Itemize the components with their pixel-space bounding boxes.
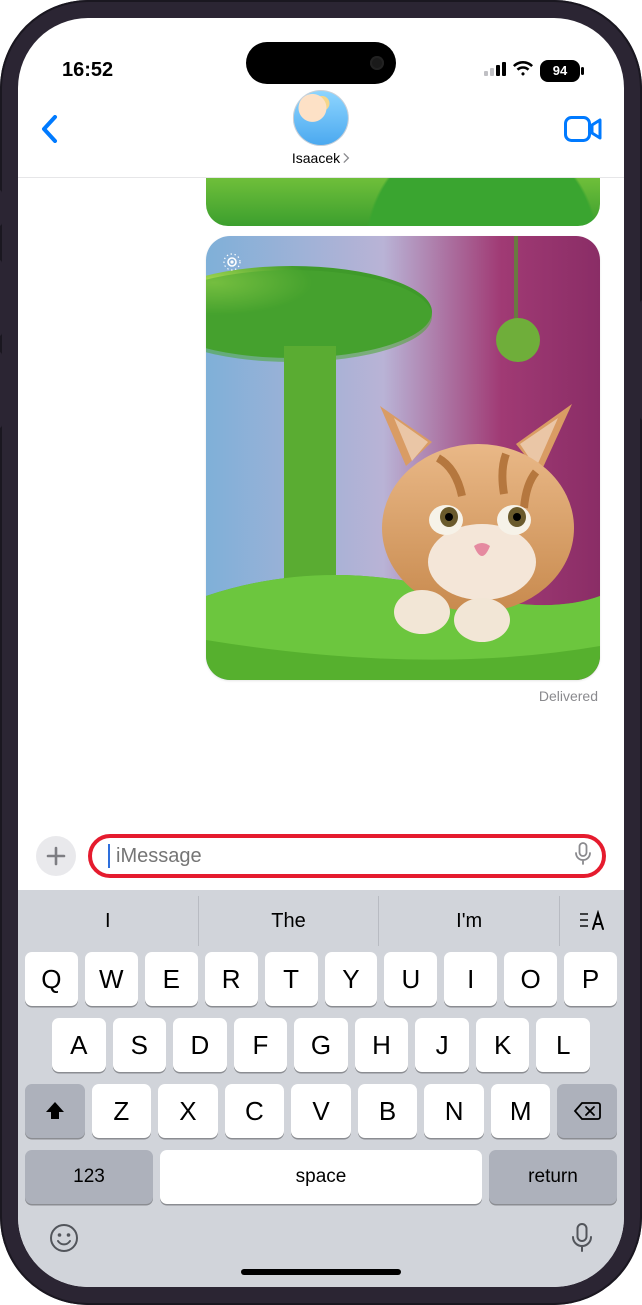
facetime-button[interactable]: [564, 116, 602, 147]
key-r[interactable]: R: [205, 952, 258, 1006]
suggestion-1[interactable]: I: [18, 896, 199, 946]
keyboard-row-3: Z X C V B N M: [18, 1078, 624, 1144]
key-h[interactable]: H: [355, 1018, 409, 1072]
key-p[interactable]: P: [564, 952, 617, 1006]
live-photo-icon: [220, 250, 244, 274]
key-k[interactable]: K: [476, 1018, 530, 1072]
key-z[interactable]: Z: [92, 1084, 152, 1138]
message-input-container[interactable]: [88, 834, 606, 878]
suggestion-2[interactable]: The: [199, 896, 380, 946]
key-m[interactable]: M: [491, 1084, 551, 1138]
text-format-button[interactable]: [560, 896, 624, 946]
cellular-icon: [484, 59, 506, 82]
dynamic-island: [246, 42, 396, 84]
iphone-frame: 16:52 94 Isaacek: [0, 0, 642, 1305]
backspace-key[interactable]: [557, 1084, 617, 1138]
keyboard-bottom-row: [18, 1214, 624, 1263]
key-g[interactable]: G: [294, 1018, 348, 1072]
key-w[interactable]: W: [85, 952, 138, 1006]
suggestion-3[interactable]: I'm: [379, 896, 560, 946]
chevron-right-icon: [342, 153, 350, 163]
key-i[interactable]: I: [444, 952, 497, 1006]
screen: 16:52 94 Isaacek: [18, 18, 624, 1287]
compose-bar: [18, 828, 624, 890]
key-f[interactable]: F: [234, 1018, 288, 1072]
delivered-status: Delivered: [539, 688, 598, 704]
key-u[interactable]: U: [384, 952, 437, 1006]
numbers-key[interactable]: 123: [25, 1150, 153, 1204]
key-o[interactable]: O: [504, 952, 557, 1006]
key-l[interactable]: L: [536, 1018, 590, 1072]
key-q[interactable]: Q: [25, 952, 78, 1006]
add-attachment-button[interactable]: [36, 836, 76, 876]
silence-switch: [0, 190, 2, 226]
keyboard-dictation-button[interactable]: [570, 1222, 594, 1259]
key-j[interactable]: J: [415, 1018, 469, 1072]
contact-header[interactable]: Isaacek: [292, 90, 350, 166]
key-v[interactable]: V: [291, 1084, 351, 1138]
keyboard-row-1: Q W E R T Y U I O P: [18, 946, 624, 1012]
contact-name: Isaacek: [292, 150, 340, 166]
key-s[interactable]: S: [113, 1018, 167, 1072]
shift-key[interactable]: [25, 1084, 85, 1138]
nav-header: Isaacek: [18, 86, 624, 178]
key-a[interactable]: A: [52, 1018, 106, 1072]
home-indicator[interactable]: [241, 1269, 401, 1275]
key-t[interactable]: T: [265, 952, 318, 1006]
image-message-bubble[interactable]: [206, 236, 600, 680]
keyboard-row-2: A S D F G H J K L: [18, 1012, 624, 1078]
key-n[interactable]: N: [424, 1084, 484, 1138]
key-e[interactable]: E: [145, 952, 198, 1006]
back-button[interactable]: [40, 115, 58, 148]
volume-down-button: [0, 352, 2, 428]
key-b[interactable]: B: [358, 1084, 418, 1138]
dictation-icon[interactable]: [574, 842, 592, 871]
volume-up-button: [0, 260, 2, 336]
conversation-area[interactable]: Delivered: [18, 178, 624, 828]
key-d[interactable]: D: [173, 1018, 227, 1072]
key-c[interactable]: C: [225, 1084, 285, 1138]
key-y[interactable]: Y: [325, 952, 378, 1006]
return-key[interactable]: return: [489, 1150, 617, 1204]
emoji-button[interactable]: [48, 1222, 80, 1259]
keyboard-row-4: 123 space return: [18, 1144, 624, 1214]
space-key[interactable]: space: [160, 1150, 482, 1204]
keyboard: I The I'm Q W E R T Y: [18, 890, 624, 1287]
avatar: [293, 90, 349, 146]
message-input[interactable]: [114, 844, 574, 869]
status-time: 16:52: [62, 59, 113, 82]
previous-message-bubble[interactable]: [206, 178, 600, 226]
text-caret: [108, 844, 110, 868]
battery-indicator: 94: [540, 60, 580, 82]
key-x[interactable]: X: [158, 1084, 218, 1138]
wifi-icon: [512, 59, 534, 82]
suggestion-bar: I The I'm: [18, 896, 624, 946]
